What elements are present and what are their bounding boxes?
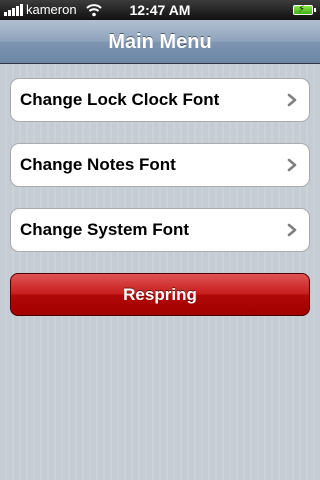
page-title: Main Menu [108, 31, 212, 53]
respring-button[interactable]: Respring [10, 273, 310, 316]
navigation-bar: Main Menu [0, 20, 320, 64]
menu-item-label: Change Notes Font [20, 155, 176, 174]
change-system-font-button[interactable]: Change System Font [10, 208, 310, 252]
chevron-right-icon [287, 93, 297, 107]
status-time: 12:47 AM [129, 2, 191, 18]
respring-button-label: Respring [123, 285, 197, 304]
chevron-right-icon [287, 223, 297, 237]
status-bar: kameron 12:47 AM ⚡ [0, 0, 320, 20]
change-notes-font-button[interactable]: Change Notes Font [10, 143, 310, 187]
battery-tip [314, 8, 316, 12]
menu-item-label: Change System Font [20, 220, 190, 239]
battery-charging-icon: ⚡ [293, 4, 313, 15]
menu-item-label: Change Lock Clock Font [20, 90, 220, 109]
change-lock-clock-font-button[interactable]: Change Lock Clock Font [10, 78, 310, 122]
chevron-right-icon [287, 158, 297, 172]
